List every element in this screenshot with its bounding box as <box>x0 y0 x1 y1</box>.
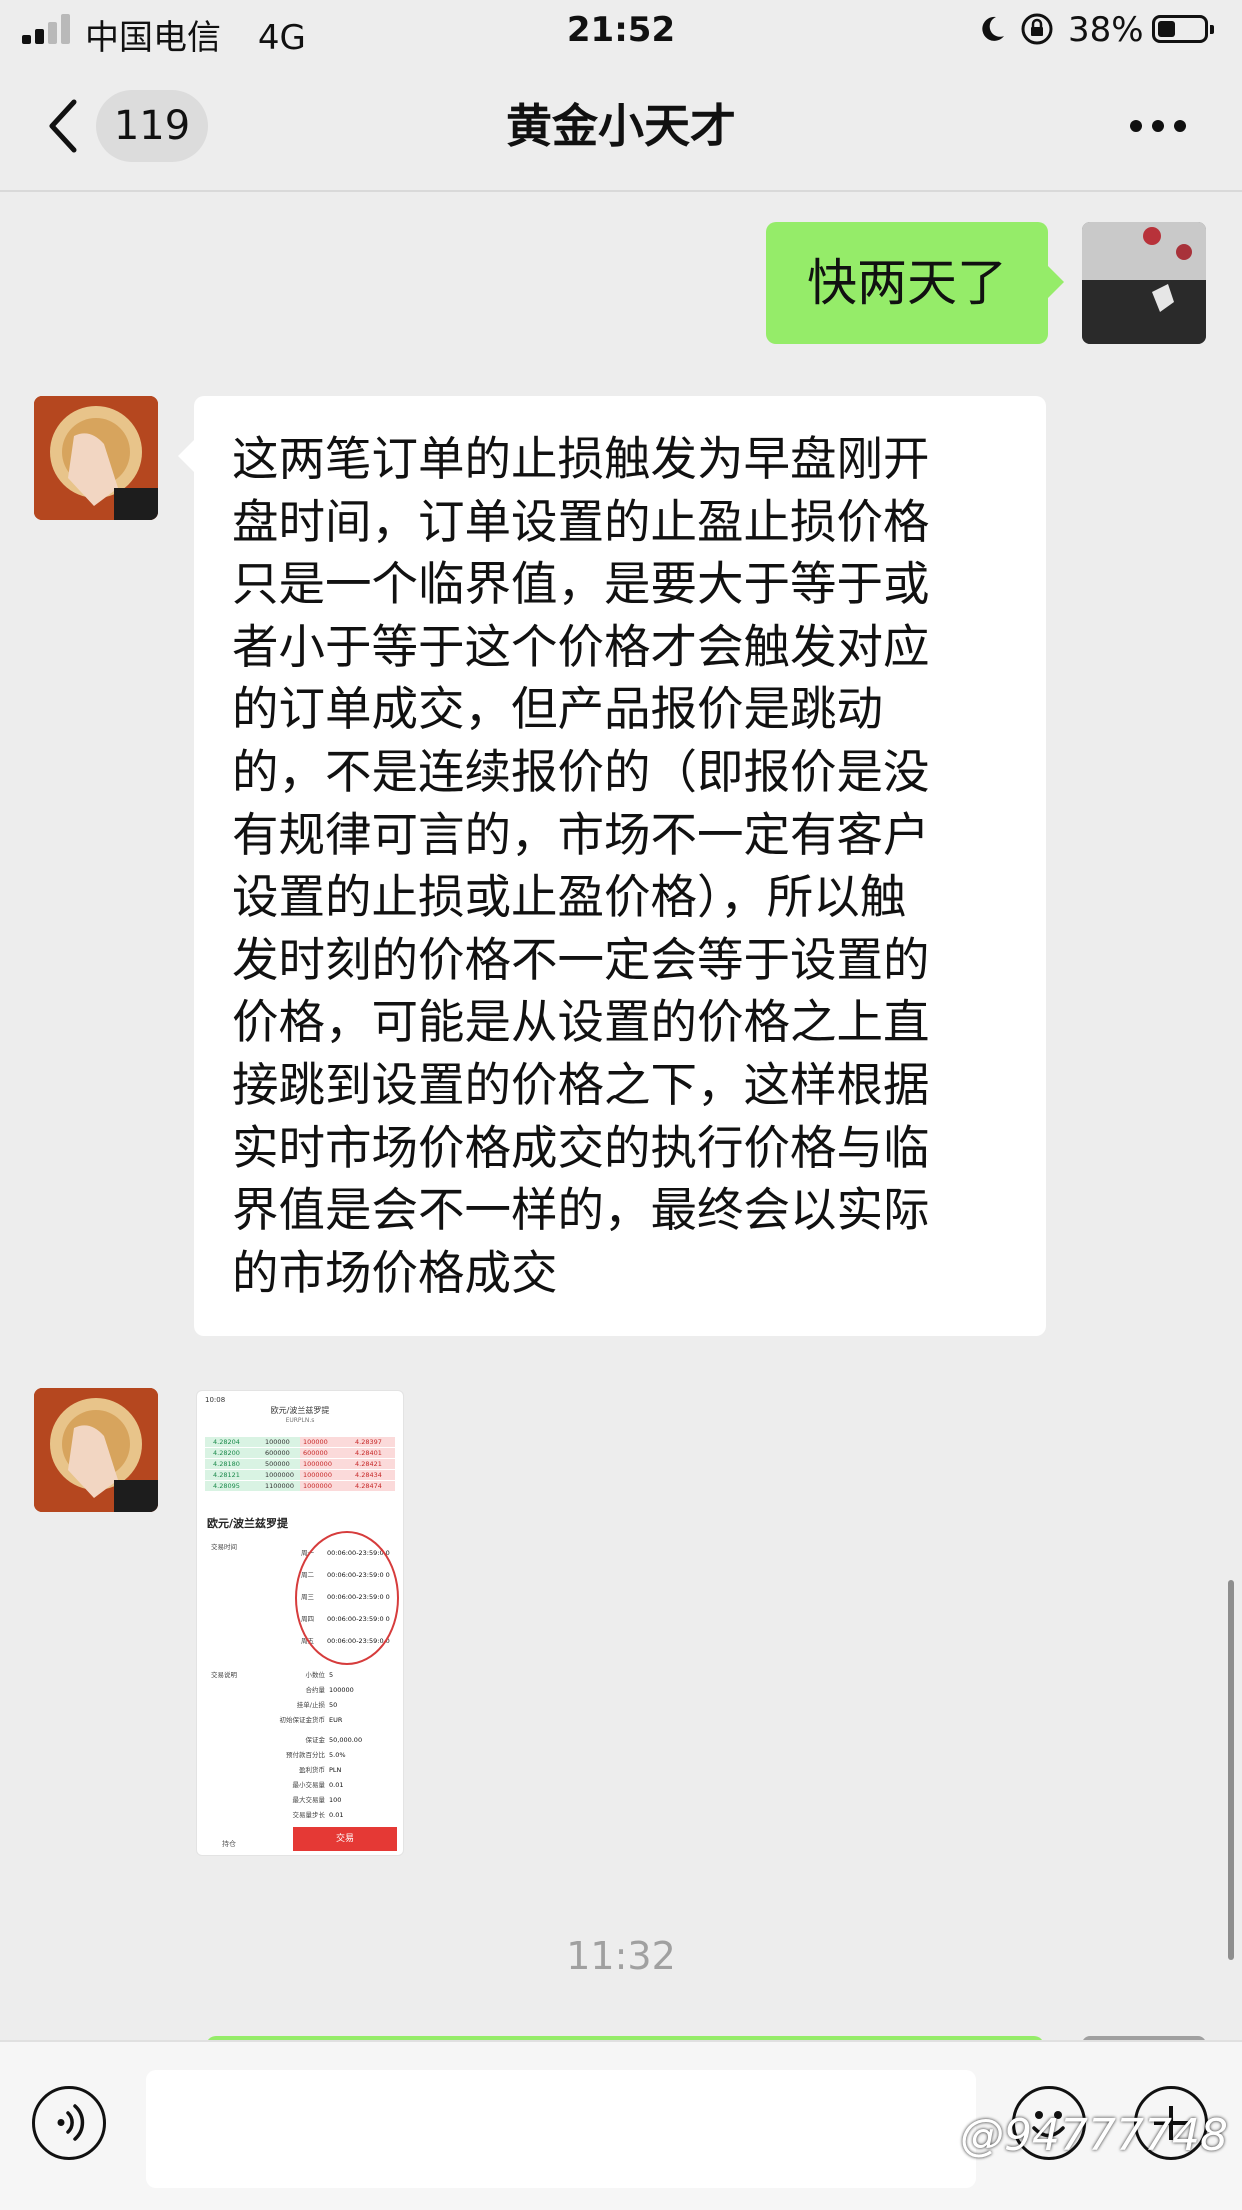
time-separator: 11:32 <box>566 1934 676 1978</box>
quote-ask: 4.28397 <box>355 1438 382 1446</box>
contact-avatar[interactable] <box>34 1388 158 1512</box>
quote-ask: 4.28421 <box>355 1460 382 1468</box>
image-symbol: EURPLN.s <box>285 1417 315 1424</box>
hand-drawn-circle <box>295 1531 399 1665</box>
spec-value: 5 <box>329 1671 334 1679</box>
chat-title: 黄金小天才 <box>506 99 736 153</box>
spec-key: 交易量步长 <box>292 1811 326 1819</box>
quote-ask-volume: 1000000 <box>303 1460 332 1468</box>
status-time: 21:52 <box>566 10 676 50</box>
spec-label: 交易说明 <box>211 1671 237 1679</box>
spec-value: 5.0% <box>329 1751 346 1759</box>
quote-ask-volume: 100000 <box>303 1438 328 1446</box>
spec-value: 0.01 <box>329 1781 344 1789</box>
watermark: @94777748 <box>960 2110 1228 2161</box>
spec-value: 100 <box>329 1796 342 1804</box>
spec-value: 0.01 <box>329 1811 344 1819</box>
spec-key: 保证金 <box>305 1736 326 1744</box>
quote-bid: 4.28121 <box>213 1471 240 1479</box>
quote-bid-volume: 500000 <box>265 1460 290 1468</box>
spec-key: 小数位 <box>305 1671 326 1679</box>
status-bar: 中国电信 4G 21:52 38% <box>0 0 1242 62</box>
more-dots-icon[interactable] <box>1130 120 1186 132</box>
spec-value: PLN <box>329 1766 342 1774</box>
quote-ask: 4.28434 <box>355 1471 382 1479</box>
spec-value: 100000 <box>329 1686 354 1694</box>
nav-bar: 119 黄金小天才 <box>0 62 1242 192</box>
battery-icon <box>1152 15 1214 43</box>
quote-bid: 4.28095 <box>213 1482 240 1490</box>
spec-key: 合约量 <box>305 1686 326 1694</box>
quote-bid: 4.28180 <box>213 1460 240 1468</box>
contact-avatar[interactable] <box>34 396 158 520</box>
spec-value: EUR <box>329 1716 343 1724</box>
quote-row: 4.28180 500000 1000000 4.28421 <box>205 1459 395 1469</box>
battery-level <box>1158 21 1175 37</box>
rotation-lock-icon <box>1021 13 1053 45</box>
scrollbar[interactable] <box>1228 1580 1234 1960</box>
trade-button: 交易 <box>293 1827 397 1851</box>
outgoing-message-bubble[interactable]: 快两天了 <box>766 222 1064 344</box>
spec-key: 最小交易量 <box>292 1781 326 1789</box>
quote-ask-volume: 600000 <box>303 1449 328 1457</box>
image-section-title: 欧元/波兰兹罗提 <box>207 1517 289 1530</box>
quote-bid: 4.28200 <box>213 1449 240 1457</box>
trading-time-label: 交易时间 <box>211 1543 237 1551</box>
quote-ask: 4.28474 <box>355 1482 382 1490</box>
spec-key: 挂单/止损 <box>296 1701 325 1709</box>
quote-bid: 4.28204 <box>213 1438 240 1446</box>
spec-value: 50 <box>329 1701 338 1709</box>
quote-row: 4.28095 1100000 1000000 4.28474 <box>205 1481 395 1491</box>
quote-row: 4.28200 600000 600000 4.28401 <box>205 1448 395 1458</box>
spec-value: 50,000.00 <box>329 1736 363 1744</box>
quote-bid-volume: 1000000 <box>265 1471 294 1479</box>
quote-bid-volume: 100000 <box>265 1438 290 1446</box>
image-title: 欧元/波兰兹罗提 <box>270 1406 330 1415</box>
quote-bid-volume: 1100000 <box>265 1482 294 1490</box>
moon-icon <box>982 16 1004 41</box>
spec-key: 初始保证金货币 <box>279 1716 326 1724</box>
quote-ask-volume: 1000000 <box>303 1471 332 1479</box>
spec-key: 最大交易量 <box>292 1796 326 1804</box>
quote-ask-volume: 1000000 <box>303 1482 332 1490</box>
image-message[interactable]: 10:08 欧元/波兰兹罗提 EURPLN.s 4.28204 100000 1… <box>196 1390 404 1856</box>
quote-bid-volume: 600000 <box>265 1449 290 1457</box>
battery-percent: 38% <box>1068 10 1144 50</box>
spec-key: 盈利货币 <box>299 1766 325 1774</box>
voice-icon[interactable] <box>32 2086 106 2160</box>
quote-row: 4.28121 1000000 1000000 4.28434 <box>205 1470 395 1480</box>
message-input[interactable] <box>146 2070 976 2188</box>
user-avatar[interactable] <box>1082 222 1206 344</box>
incoming-message-bubble[interactable]: 这两笔订单的止损触发为早盘刚开 盘时间，订单设置的止盈止损价格 只是一个临界值，… <box>178 396 1046 1336</box>
quote-ask: 4.28401 <box>355 1449 382 1457</box>
tab-holdings: 持仓 <box>222 1840 236 1848</box>
image-status-time: 10:08 <box>205 1396 226 1404</box>
quote-row: 4.28204 100000 100000 4.28397 <box>205 1437 395 1447</box>
spec-key: 预付款百分比 <box>286 1751 325 1759</box>
